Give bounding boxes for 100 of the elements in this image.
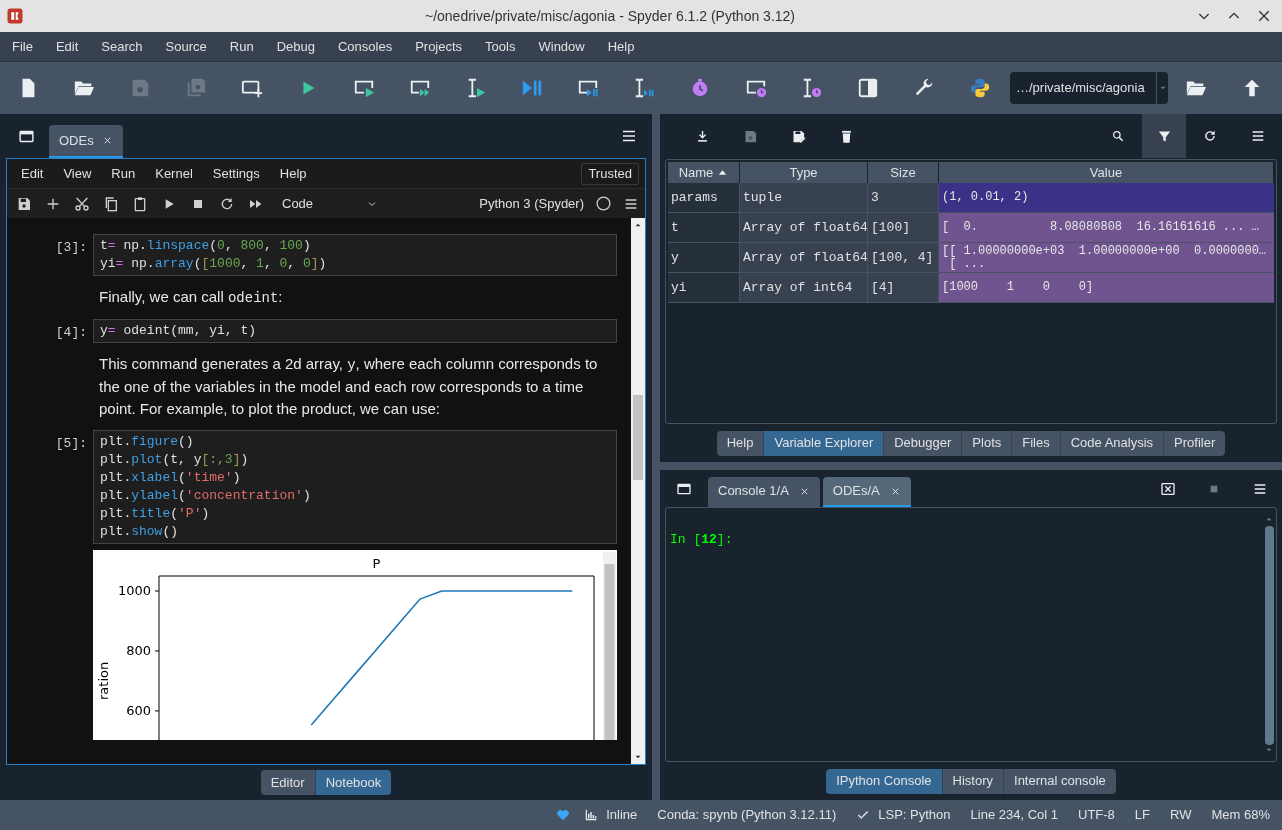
refresh-icon[interactable] [1203,129,1217,143]
scrollbar[interactable] [631,218,645,764]
pane-tab[interactable]: Internal console [1003,768,1116,794]
pane-tab[interactable]: Notebook [314,770,392,795]
cell-type-dropdown[interactable]: Code [282,193,378,214]
markdown-text: This command generates a 2d array, y, where each column corresponds to the one of the variables in the model and each row corresponds to a time point. For example, to plot the product, we can use: [98,354,599,419]
y-tick [154,710,160,712]
menu-item[interactable]: File [10,36,35,57]
filter-button[interactable] [1142,114,1186,158]
table-cell: [4] [868,273,939,303]
save-icon[interactable] [16,195,32,212]
menu-item[interactable]: Run [227,36,256,57]
cell-prompt: [3]: [55,239,87,257]
status-item: LSP: Python [878,806,951,825]
y-tick [154,650,160,652]
table-cell: [100, 4] [868,243,939,273]
scrollbar-thumb[interactable] [1264,526,1274,745]
panel-icon[interactable] [857,77,879,99]
menu-item[interactable]: View [63,163,92,184]
menu-item[interactable]: Help [605,36,637,57]
cell-prompt: [5]: [55,435,87,453]
heart-icon [556,808,571,822]
directory-combobox[interactable]: …/private/misc/agonia [1010,72,1168,104]
column-header[interactable]: Type [740,162,868,183]
menu-item[interactable]: Search [99,36,145,57]
status-item: UTF-8 [1078,806,1115,825]
code-cell[interactable]: y= odeint(mm, yi, t) [93,319,617,343]
code-line: plt.plot(t, y[:,3]) [100,451,250,469]
cell-prompt: [4]: [55,324,87,342]
y-tick [154,590,160,592]
app-icon [6,7,24,25]
table-cell: y [668,243,740,273]
code-cell[interactable]: plt.figure() plt.plot(t, y[:,3]) plt.xlabel('time') plt.ylabel('concentration') plt.title('P') plt.show() [93,430,617,544]
search-icon[interactable] [1111,129,1125,143]
menu-item[interactable]: Edit [21,163,44,184]
code-line: plt.xlabel('time') [100,469,242,487]
pane-tab[interactable]: Editor [260,770,315,795]
code-line: plt.ylabel('concentration') [100,487,312,505]
menu-item[interactable]: Help [279,163,307,184]
python-icon[interactable] [969,77,991,99]
menu-item[interactable]: Debug [274,36,317,57]
pane-tab[interactable]: Code Analysis [1059,430,1164,456]
menu-item[interactable]: Window [536,36,587,57]
menu-item[interactable]: Projects [413,36,465,57]
menu-item[interactable]: Consoles [335,36,395,57]
menu-item[interactable]: Edit [53,36,81,57]
console-area[interactable]: In [12]: [665,507,1277,762]
pane-tab[interactable]: History [941,768,1004,794]
console-tab[interactable]: Console 1/A [708,477,820,507]
scrollbar[interactable] [603,552,616,740]
menu-icon[interactable] [1250,128,1266,144]
column-header[interactable]: Value [939,162,1274,183]
code-line: t= np.linspace(0, 800, 100) [100,237,312,255]
check-icon [856,808,871,822]
pane-tab[interactable]: Help [716,430,764,456]
close-icon[interactable] [1256,8,1272,24]
menu-item[interactable]: Source [163,36,209,57]
pane-tab[interactable]: Profiler [1163,430,1226,456]
table-cell: [100] [868,213,939,243]
y-tick-label: 1000 [117,583,151,599]
table-cell: [ 0. 8.08080808 16.16161616 ... … [939,213,1274,243]
status-item: RW [1170,806,1192,825]
scrollbar-thumb[interactable] [633,395,643,480]
column-header[interactable]: Name [668,162,740,183]
code-cell[interactable]: t= np.linspace(0, 800, 100) yi= np.array([1000, 1, 0, 0]) [93,234,617,276]
pane-tab[interactable]: Plots [961,430,1012,456]
bar-chart-icon[interactable] [584,808,599,822]
trusted-button[interactable]: Trusted [581,162,639,185]
menu-item[interactable]: Settings [212,163,260,184]
cut-icon[interactable] [74,195,90,212]
markdown-text: Finally, we can call odeint: [98,287,284,308]
copy-icon[interactable] [103,195,119,212]
file-tab[interactable]: ODEs [49,125,123,158]
profile-selection-icon[interactable] [801,77,823,99]
code-line: plt.figure() [100,433,195,451]
restart-icon[interactable] [219,195,235,212]
y-tick-label: 800 [126,643,151,659]
debug-selection-icon[interactable] [633,77,655,99]
paste-icon[interactable] [132,195,148,212]
table-cell: yi [668,273,740,303]
table-cell: 3 [868,183,939,213]
pane-tab[interactable]: Variable Explorer [763,430,884,456]
menu-item[interactable]: Run [111,163,136,184]
pane-tab[interactable]: IPython Console [826,768,942,794]
pane-tab[interactable]: Files [1011,430,1060,456]
table-cell: [1000 1 0 0] [939,273,1274,303]
table-cell: t [668,213,740,243]
code-line: y= odeint(mm, yi, t) [100,322,258,340]
table-cell: [[ 1.00000000e+03 1.00000000e+00 0.0000000… [ ... [939,243,1274,273]
kernel-name: Python 3 (Spyder) [479,194,584,213]
table-cell: Array of float64 [740,213,868,243]
table-cell: params [668,183,740,213]
menu-item[interactable]: Tools [483,36,518,57]
clear-console-icon[interactable] [1160,480,1176,497]
pane-tab[interactable]: Debugger [883,430,962,456]
table-cell: tuple [740,183,868,213]
console-tab[interactable]: ODEs/A [822,477,911,507]
code-line: plt.show() [100,523,180,541]
column-header[interactable]: Size [868,162,939,183]
menu-item[interactable]: Kernel [155,163,193,184]
